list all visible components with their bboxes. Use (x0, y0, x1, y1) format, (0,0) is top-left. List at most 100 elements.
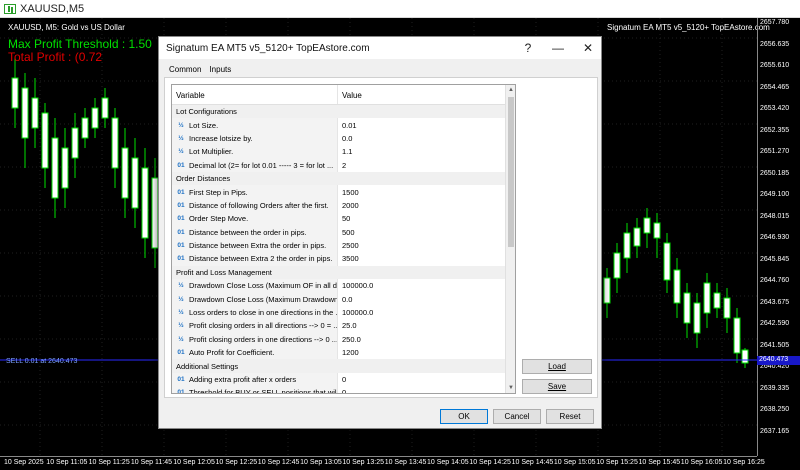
grid-row[interactable]: 01 Decimal lot (2= for lot 0.01 ----- 3 =… (172, 158, 515, 172)
grid-section-header[interactable]: Profit and Loss Management (172, 265, 515, 280)
tab-inputs[interactable]: Inputs (205, 64, 236, 78)
window-title: XAUUSD,M5 (20, 2, 85, 15)
tab-common[interactable]: Common (165, 64, 205, 78)
time-tick: 10 Sep 12:25 (215, 459, 258, 466)
reset-button[interactable]: Reset (546, 409, 594, 424)
value-cell[interactable]: 3500 (338, 254, 515, 263)
variable-cell: 01 Decimal lot (2= for lot 0.01 ----- 3 =… (172, 158, 338, 172)
price-tick: 2643.675 (760, 298, 790, 306)
price-tick: 2655.610 (760, 62, 790, 69)
grid-header: Variable Value (172, 85, 515, 105)
double-type-icon: ½ (178, 335, 184, 343)
grid-row[interactable]: 01 Distance of following Orders after the… (172, 198, 515, 213)
candle-body (61, 147, 69, 189)
candle-body (741, 349, 749, 364)
time-tick: 10 Sep 13:05 (300, 459, 342, 466)
value-cell[interactable]: 0.01 (338, 121, 515, 130)
cancel-button[interactable]: Cancel (493, 409, 541, 424)
grid-body: Lot Configurations ½ Lot Size. 0.01 ½ Increas… (172, 105, 515, 393)
variable-name: First Step in Pips. (189, 187, 248, 197)
time-axis[interactable]: 10 Sep 2025 10 Sep 11:05 10 Sep 11:25 10 Se… (0, 456, 765, 470)
time-tick: 10 Sep 14:25 (469, 459, 511, 466)
help-button[interactable]: ? (513, 37, 543, 59)
value-cell[interactable]: 0 (338, 375, 515, 384)
value-cell[interactable]: 0.0 (338, 295, 515, 304)
grid-row[interactable]: ½ Lot Size. 0.01 (172, 118, 515, 132)
candle-body (703, 282, 711, 314)
price-axis[interactable]: 2657.780 2656.635 2655.610 2654.465 2653.420… (757, 18, 800, 456)
value-cell[interactable]: 1200 (338, 348, 515, 357)
candle-body (11, 77, 19, 109)
value-cell[interactable]: 2500 (338, 241, 515, 250)
value-cell[interactable]: 0.0 (338, 134, 515, 143)
variable-cell: 01 Auto Profit for Coefficient. (172, 346, 338, 360)
scroll-down-icon[interactable]: ▼ (506, 383, 515, 393)
total-profit: Total Profit : (0.72 (8, 50, 103, 64)
candle-body (91, 107, 99, 129)
variable-cell: 01 Threshold for BUY or SELL positions th… (172, 386, 338, 393)
save-button[interactable]: Save (522, 379, 592, 394)
grid-row[interactable]: ½ Drawdown Close Loss (Maximum Drawdown..… (172, 292, 515, 306)
value-cell[interactable]: 100000.0 (338, 308, 515, 317)
price-tick: 2637.165 (760, 427, 790, 435)
double-type-icon: ½ (178, 309, 184, 317)
grid-row[interactable]: ½ Lot Multiplier. 1.1 (172, 145, 515, 159)
save-button-label: Save (547, 382, 567, 391)
column-header-variable[interactable]: Variable (172, 85, 338, 104)
double-type-icon: ½ (178, 148, 184, 156)
integer-type-icon: 01 (177, 188, 185, 196)
candle-body (603, 277, 611, 304)
price-tick: 2638.250 (760, 406, 790, 413)
grid-section-header[interactable]: Order Distances (172, 171, 515, 186)
grid-row[interactable]: 01 Distance between Extra 2 the order in … (172, 252, 515, 266)
value-cell[interactable]: 100000.0 (338, 281, 515, 290)
variable-cell: ½ Lot Multiplier. (172, 145, 338, 159)
value-cell[interactable]: 2 (338, 161, 515, 170)
grid-row[interactable]: ½ Profit closing orders in all directions… (172, 319, 515, 333)
grid-row[interactable]: 01 Distance between the order in pips. 500 (172, 225, 515, 239)
ok-button[interactable]: OK (440, 409, 488, 424)
grid-section-header[interactable]: Lot Configurations (172, 105, 515, 119)
scroll-up-icon[interactable]: ▲ (506, 85, 515, 95)
grid-row[interactable]: 01 First Step in Pips. 1500 (172, 185, 515, 199)
grid-row[interactable]: 01 Order Step Move. 50 (172, 212, 515, 226)
value-cell[interactable]: 500 (338, 228, 515, 237)
integer-type-icon: 01 (177, 349, 185, 357)
grid-row[interactable]: 01 Distance between Extra the order in pi… (172, 238, 515, 253)
symbol-label: XAUUSD, M5: Gold vs US Dollar (8, 23, 125, 32)
grid-row[interactable]: ½ Drawdown Close Loss (Maximum OF in all … (172, 279, 515, 293)
column-header-value[interactable]: Value (338, 85, 515, 104)
double-type-icon: ½ (178, 282, 184, 290)
candle-body (633, 227, 641, 247)
value-cell[interactable]: 0 (338, 388, 515, 393)
time-tick: 10 Sep 15:05 (553, 459, 596, 466)
grid-row[interactable]: 01 Threshold for BUY or SELL positions th… (172, 386, 515, 393)
grid-row[interactable]: ½ Profit closing orders in one directions… (172, 332, 515, 347)
candle-body (623, 232, 631, 259)
double-type-icon: ½ (178, 322, 184, 330)
value-cell[interactable]: 1500 (338, 188, 515, 197)
grid-row[interactable]: ½ Loss orders to close in one directions … (172, 305, 515, 320)
value-cell[interactable]: 50 (338, 214, 515, 223)
price-tick: 2650.185 (760, 169, 790, 177)
close-button[interactable]: ✕ (573, 37, 603, 59)
load-button[interactable]: Load (522, 359, 592, 374)
candle-body (683, 292, 691, 324)
minimize-button[interactable]: — (543, 37, 573, 59)
value-cell[interactable]: 2000 (338, 201, 515, 210)
time-tick: 10 Sep 13:45 (384, 459, 427, 466)
variable-name: Adding extra profit after x orders (189, 375, 297, 384)
variable-cell: 01 Distance between the order in pips. (172, 225, 338, 239)
time-tick: 10 Sep 11:25 (88, 459, 130, 466)
grid-section-header[interactable]: Additional Settings (172, 359, 515, 373)
value-cell[interactable]: 1.1 (338, 147, 515, 156)
value-cell[interactable]: 250.0 (338, 335, 515, 344)
grid-scrollbar[interactable]: ▲ ▼ (505, 85, 515, 393)
grid-row[interactable]: ½ Increase lotsize by. 0.0 (172, 131, 515, 146)
integer-type-icon: 01 (177, 242, 185, 250)
grid-row[interactable]: 01 Auto Profit for Coefficient. 1200 (172, 346, 515, 360)
time-tick: 10 Sep 14:05 (427, 459, 469, 466)
value-cell[interactable]: 25.0 (338, 321, 515, 330)
grid-row[interactable]: 01 Adding extra profit after x orders 0 (172, 372, 515, 387)
scroll-thumb[interactable] (508, 97, 514, 247)
